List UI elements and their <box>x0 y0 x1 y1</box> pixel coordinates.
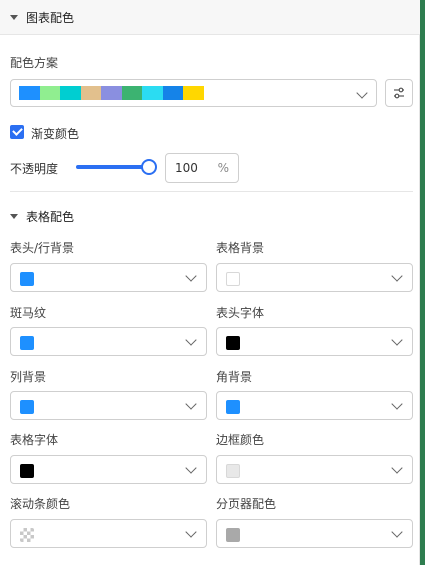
color-scheme-select[interactable] <box>10 79 377 107</box>
scheme-color-swatch <box>80 86 101 100</box>
chevron-down-icon <box>185 334 197 346</box>
opacity-value: 100 <box>175 161 198 175</box>
field-label-border-color: 边框颜色 <box>216 433 265 447</box>
chevron-down-icon <box>185 462 197 474</box>
chevron-down-icon <box>185 526 197 538</box>
scheme-label: 配色方案 <box>10 56 59 70</box>
scheme-color-swatch <box>101 86 122 100</box>
scheme-color-swatch <box>19 86 40 100</box>
field-label-column-bg: 列背景 <box>10 370 47 384</box>
opacity-unit: % <box>217 161 229 175</box>
zebra-stripe-select[interactable] <box>10 327 207 356</box>
table-colors-title: 表格配色 <box>26 210 75 224</box>
divider <box>10 191 413 192</box>
color-swatch <box>226 528 240 542</box>
color-swatch <box>20 400 34 414</box>
scheme-settings-button[interactable] <box>385 79 413 107</box>
field-label-header-row-bg: 表头/行背景 <box>10 241 75 255</box>
chevron-down-icon <box>391 398 403 410</box>
scheme-color-swatch <box>121 86 142 100</box>
chevron-down-icon <box>356 87 368 99</box>
section-title: 图表配色 <box>26 10 75 25</box>
color-swatch <box>20 336 34 350</box>
column-bg-select[interactable] <box>10 391 207 420</box>
opacity-slider-thumb[interactable] <box>141 159 157 175</box>
scheme-color-swatch <box>60 86 81 100</box>
field-label-corner-bg: 角背景 <box>216 370 253 384</box>
gradient-checkbox[interactable] <box>10 125 24 139</box>
chevron-down-icon <box>391 334 403 346</box>
border-color-select[interactable] <box>216 455 413 484</box>
table-bg-select[interactable] <box>216 263 413 292</box>
color-swatch <box>20 272 34 286</box>
field-label-header-font: 表头字体 <box>216 306 265 320</box>
caret-down-icon <box>10 214 18 219</box>
scheme-swatch-strip <box>19 86 204 100</box>
color-swatch <box>226 464 240 478</box>
header-row-bg-select[interactable] <box>10 263 207 292</box>
scheme-color-swatch <box>183 86 204 100</box>
color-swatch <box>226 336 240 350</box>
field-label-table-font: 表格字体 <box>10 433 59 447</box>
sliders-settings-icon <box>394 87 404 99</box>
chevron-down-icon <box>391 270 403 282</box>
chevron-down-icon <box>391 526 403 538</box>
color-swatch <box>20 528 34 542</box>
caret-down-icon <box>10 14 18 20</box>
window-edge <box>420 0 425 565</box>
opacity-label: 不透明度 <box>10 162 59 176</box>
chevron-down-icon <box>391 462 403 474</box>
field-label-pager: 分页器配色 <box>216 497 277 511</box>
corner-bg-select[interactable] <box>216 391 413 420</box>
opacity-input[interactable]: 100 % <box>165 153 239 183</box>
section-header-chart-colors[interactable]: 图表配色 <box>0 0 420 35</box>
color-swatch <box>226 272 240 286</box>
field-label-zebra: 斑马纹 <box>10 306 47 320</box>
opacity-slider-track[interactable] <box>76 165 148 169</box>
field-label-scrollbar: 滚动条颜色 <box>10 497 71 511</box>
scheme-color-swatch <box>142 86 163 100</box>
table-colors-header[interactable]: 表格配色 <box>10 208 74 225</box>
pager-color-select[interactable] <box>216 519 413 548</box>
header-font-select[interactable] <box>216 327 413 356</box>
chart-color-panel: 图表配色 配色方案 渐变颜色 不透明度 100 % 表格配色 表头/行背景 表格… <box>0 0 420 565</box>
chevron-down-icon <box>185 398 197 410</box>
scheme-color-swatch <box>162 86 183 100</box>
color-swatch <box>226 400 240 414</box>
field-label-table-bg: 表格背景 <box>216 241 265 255</box>
gradient-label: 渐变颜色 <box>31 127 80 141</box>
chevron-down-icon <box>185 270 197 282</box>
scrollbar-color-select[interactable] <box>10 519 207 548</box>
scheme-color-swatch <box>39 86 60 100</box>
table-font-select[interactable] <box>10 455 207 484</box>
color-swatch <box>20 464 34 478</box>
